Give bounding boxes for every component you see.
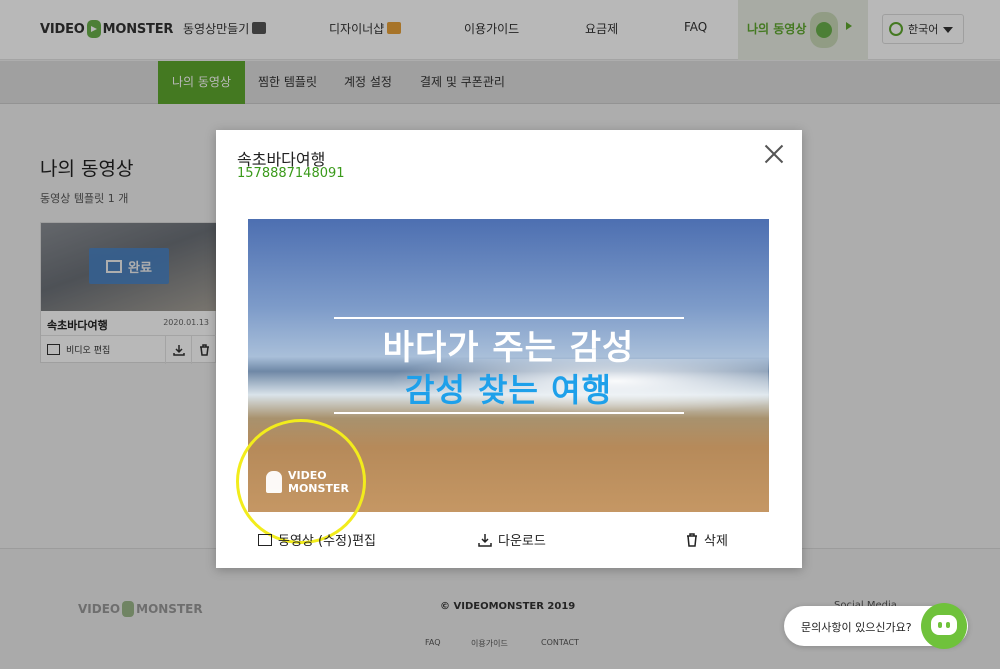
video-id: 1578887148091: [237, 166, 345, 181]
download-action-label: 다운로드: [498, 534, 546, 549]
video-preview-modal: 속초바다여행 1578887148091 바다가 주는 감성 감성 찾는 여행 …: [216, 130, 802, 568]
download-action[interactable]: 다운로드: [478, 530, 546, 549]
caption-line-1: 바다가 주는 감성: [382, 328, 635, 368]
highlight-circle: [236, 419, 366, 544]
close-icon[interactable]: [764, 144, 784, 164]
caption-line-2: 감성 찾는 여행: [405, 371, 612, 409]
chat-bot-icon: [931, 615, 957, 635]
caption-divider-top: [334, 317, 684, 319]
delete-action-label: 삭제: [704, 534, 728, 549]
chat-prompt-label: 문의사항이 있으신가요?: [801, 621, 912, 634]
download-icon: [478, 533, 492, 547]
edit-video-action[interactable]: 동영상 (수정)편집: [258, 530, 376, 549]
caption-divider-bottom: [334, 412, 684, 414]
chat-button[interactable]: [921, 603, 967, 649]
clapperboard-icon: [258, 533, 272, 546]
delete-action[interactable]: 삭제: [686, 530, 728, 549]
edit-video-action-label: 동영상 (수정)편집: [278, 534, 376, 549]
trash-icon: [687, 532, 697, 547]
